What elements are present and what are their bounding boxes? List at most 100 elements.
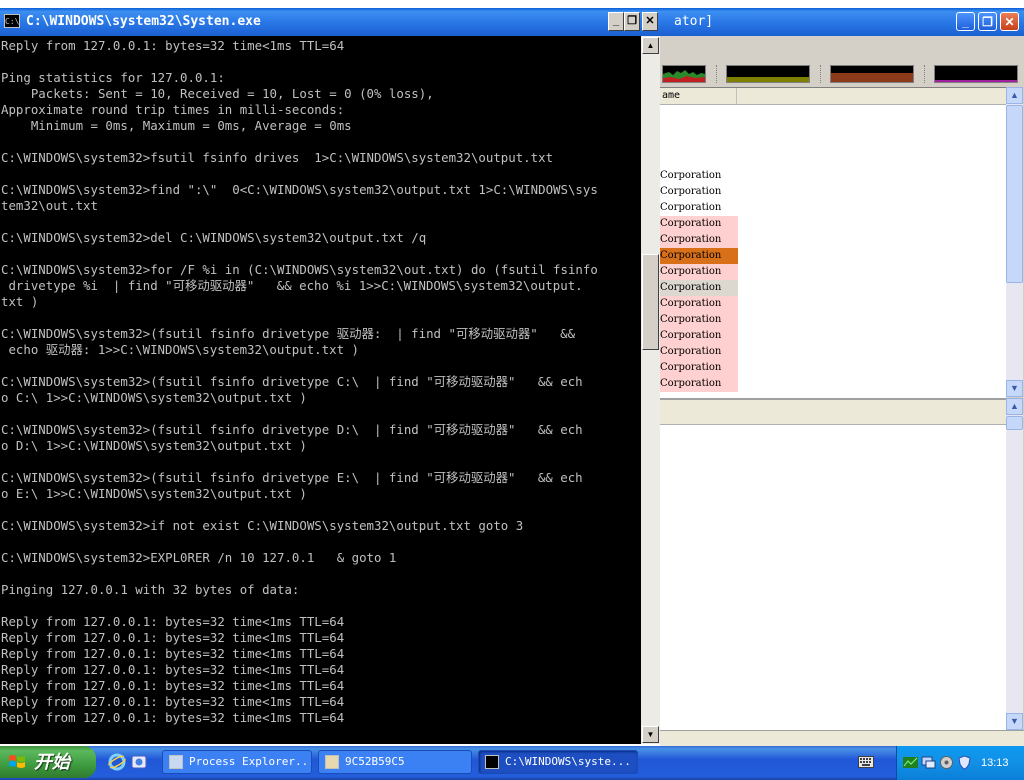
toolbar-grip[interactable] (820, 65, 824, 83)
process-explorer-graph-toolbar (660, 60, 1024, 87)
scroll-up-button[interactable]: ▲ (642, 37, 659, 54)
lower-pane-header (660, 400, 1006, 425)
ie-icon[interactable] (108, 753, 126, 771)
windows-flag-icon (9, 755, 25, 768)
console-line: Reply from 127.0.0.1: bytes=32 time<1ms … (1, 694, 345, 709)
scroll-thumb[interactable] (1006, 416, 1023, 430)
process-row[interactable]: Corporation (660, 168, 738, 184)
console-line: C:\WINDOWS\system32>for /F %i in (C:\WIN… (1, 262, 598, 277)
minimize-button[interactable]: _ (608, 12, 624, 31)
console-line: C:\WINDOWS\system32>(fsutil fsinfo drive… (1, 470, 583, 485)
console-line: tem32\out.txt (1, 198, 98, 213)
console-title: C:\WINDOWS\system32\Systen.exe (26, 14, 261, 29)
console-line: o C:\ 1>>C:\WINDOWS\system32\output.txt … (1, 390, 307, 405)
taskbar-button-label: Process Explorer... (189, 755, 312, 768)
scroll-thumb[interactable] (642, 254, 659, 350)
scroll-up-button[interactable]: ▲ (1006, 398, 1023, 415)
console-line: o D:\ 1>>C:\WINDOWS\system32\output.txt … (1, 438, 307, 453)
security-icon[interactable] (957, 755, 972, 770)
process-explorer-window[interactable]: ator] _ ❐ ✕ ame Corporation Corporation C (660, 8, 1024, 747)
taskbar-button-label: 9C52B59C5 (345, 755, 405, 768)
console-output[interactable]: Reply from 127.0.0.1: bytes=32 time<1ms … (0, 36, 641, 744)
taskbar-button[interactable]: 9C52B59C5 (318, 750, 472, 774)
process-row[interactable]: Corporation (660, 264, 738, 280)
console-titlebar[interactable]: C:\ C:\WINDOWS\system32\Systen.exe _ ❐ ✕ (0, 8, 660, 36)
memory-graph[interactable] (726, 65, 810, 83)
restore-button[interactable]: ❐ (624, 12, 640, 31)
process-row[interactable]: Corporation (660, 376, 738, 392)
lower-pane[interactable] (660, 398, 1006, 732)
taskbar-button-label: C:\WINDOWS\syste... (505, 755, 631, 768)
process-row[interactable]: Corporation (660, 184, 738, 200)
pe-close-button[interactable]: ✕ (1000, 12, 1019, 31)
console-icon (485, 755, 499, 769)
toolbar-grip[interactable] (716, 65, 720, 83)
process-list-header[interactable]: ame (660, 88, 1006, 105)
pe-maximize-button[interactable]: ❐ (978, 12, 997, 31)
display-icon[interactable] (921, 755, 936, 770)
console-line: C:\WINDOWS\system32>find ":\" 0<C:\WINDO… (1, 182, 598, 197)
pe-minimize-button[interactable]: _ (956, 12, 975, 31)
lower-pane-scrollbar[interactable]: ▲ ▼ (1006, 398, 1023, 730)
process-explorer-title: ator] (674, 14, 714, 29)
console-window-icon[interactable]: C:\ (4, 14, 20, 28)
console-window[interactable]: C:\ C:\WINDOWS\system32\Systen.exe _ ❐ ✕… (0, 8, 660, 744)
taskbar: 开始 Process Explorer... 9C52B59C5 C:\WINDOW… (0, 746, 1024, 780)
process-row[interactable]: Corporation (660, 280, 738, 296)
column-header-name[interactable]: ame (662, 88, 680, 104)
console-line: echo 驱动器: 1>>C:\WINDOWS\system32\output.… (1, 342, 359, 357)
process-list-scrollbar[interactable]: ▲ ▼ (1006, 87, 1023, 397)
process-explorer-statusbar (660, 730, 1024, 747)
process-explorer-titlebar[interactable]: ator] _ ❐ ✕ (660, 8, 1024, 36)
console-line: o E:\ 1>>C:\WINDOWS\system32\output.txt … (1, 486, 307, 501)
scroll-up-button[interactable]: ▲ (1006, 87, 1023, 104)
process-row[interactable]: Corporation (660, 312, 738, 328)
column-separator[interactable] (736, 88, 737, 104)
taskbar-button[interactable]: Process Explorer... (162, 750, 312, 774)
toolbar-grip[interactable] (924, 65, 928, 83)
console-line: Reply from 127.0.0.1: bytes=32 time<1ms … (1, 614, 345, 629)
taskbar-button[interactable]: C:\WINDOWS\syste... (478, 750, 638, 774)
process-row[interactable]: Corporation (660, 248, 738, 264)
start-label: 开始 (34, 752, 70, 772)
close-button[interactable]: ✕ (642, 12, 658, 31)
console-line: Pinging 127.0.0.1 with 32 bytes of data: (1, 582, 300, 597)
scroll-down-button[interactable]: ▼ (1006, 380, 1023, 397)
cpu-graph[interactable] (662, 65, 706, 83)
console-scrollbar[interactable]: ▲ ▼ (641, 36, 660, 744)
network-icon[interactable] (903, 755, 918, 770)
scroll-down-button[interactable]: ▼ (642, 726, 659, 743)
io-graph[interactable] (830, 65, 914, 83)
app-icon (325, 755, 339, 769)
cpu-graph-plot (663, 70, 705, 82)
console-line: Reply from 127.0.0.1: bytes=32 time<1ms … (1, 678, 345, 693)
keyboard-icon[interactable] (858, 756, 874, 768)
console-line: Reply from 127.0.0.1: bytes=32 time<1ms … (1, 662, 345, 677)
system-tray: 13:13 (896, 746, 1024, 780)
process-explorer-icon (169, 755, 183, 769)
process-row[interactable]: Corporation (660, 360, 738, 376)
process-row[interactable]: Corporation (660, 216, 738, 232)
clock[interactable]: 13:13 (981, 746, 1009, 780)
console-line: C:\WINDOWS\system32>fsutil fsinfo drives… (1, 150, 554, 165)
network-graph[interactable] (934, 65, 1018, 83)
explorer-icon[interactable] (130, 753, 148, 771)
scroll-thumb[interactable] (1006, 105, 1023, 283)
scroll-down-button[interactable]: ▼ (1006, 713, 1023, 730)
process-row[interactable]: Corporation (660, 296, 738, 312)
console-line: Reply from 127.0.0.1: bytes=32 time<1ms … (1, 646, 345, 661)
console-line: Ping statistics for 127.0.0.1: (1, 70, 225, 85)
process-row[interactable]: Corporation (660, 328, 738, 344)
console-line: Reply from 127.0.0.1: bytes=32 time<1ms … (1, 630, 345, 645)
process-row[interactable]: Corporation (660, 200, 738, 216)
console-line: Approximate round trip times in milli-se… (1, 102, 345, 117)
volume-icon[interactable] (939, 755, 954, 770)
console-line: C:\WINDOWS\system32>(fsutil fsinfo drive… (1, 422, 583, 437)
process-list[interactable]: ame Corporation Corporation Corporation Cor… (660, 87, 1006, 398)
memory-graph-plot (727, 77, 809, 82)
console-line: txt ) (1, 294, 39, 309)
process-row[interactable]: Corporation (660, 344, 738, 360)
console-line: Reply from 127.0.0.1: bytes=32 time<1ms … (1, 38, 345, 53)
start-button[interactable]: 开始 (0, 746, 96, 778)
process-row[interactable]: Corporation (660, 232, 738, 248)
